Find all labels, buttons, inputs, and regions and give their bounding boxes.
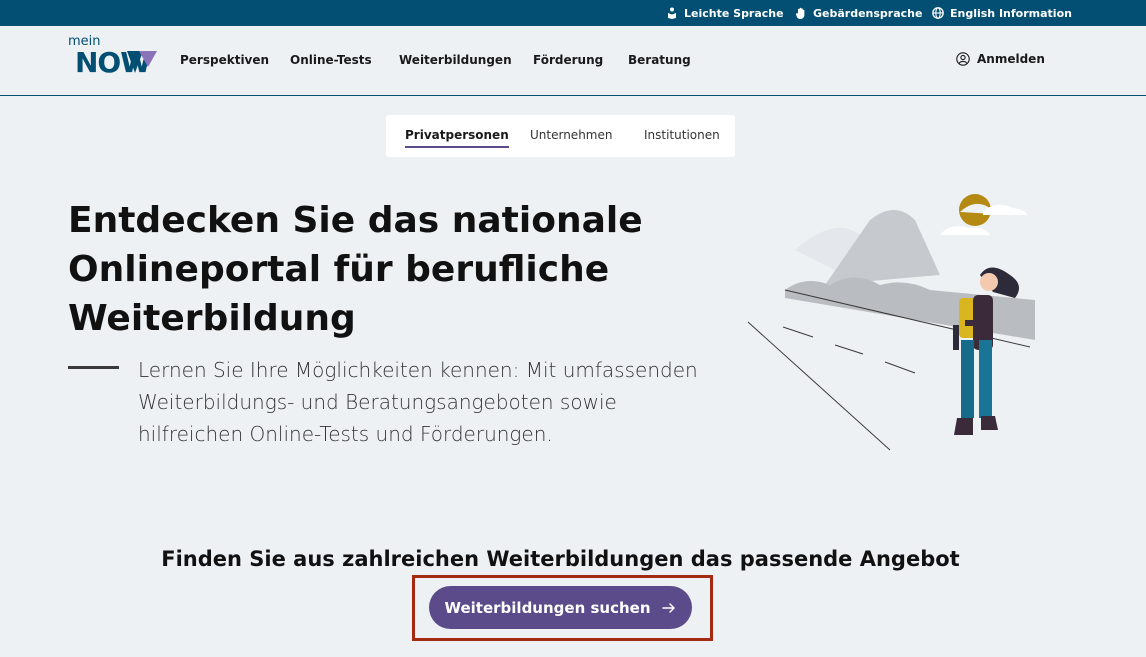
utility-bar: Leichte Sprache Gebärdensprache English … [0,0,1146,26]
sign-language-label: Gebärdensprache [813,6,923,20]
mein-now-logo[interactable]: mein NOW [67,34,159,79]
login-button[interactable]: Anmelden [956,52,1045,66]
audience-tabs: Privatpersonen Unternehmen Institutionen [386,115,735,157]
easy-language-label: Leichte Sprache [684,6,784,20]
hero-description: Lernen Sie Ihre Möglichkeiten kennen: Mi… [138,358,698,446]
english-information-label: English Information [950,6,1072,20]
nav-weiterbildungen[interactable]: Weiterbildungen [399,53,512,67]
tab-privatpersonen[interactable]: Privatpersonen [405,128,509,148]
user-circle-icon [956,52,970,66]
hand-icon [795,7,805,19]
main-header: mein NOW Perspektiven Online-Tests Weite… [0,26,1146,96]
search-trainings-label: Weiterbildungen suchen [444,598,651,617]
nav-foerderung[interactable]: Förderung [533,53,603,67]
arrow-right-icon [661,602,675,613]
hero-illustration [747,194,1035,451]
cta-heading: Finden Sie aus zahlreichen Weiterbildung… [161,547,960,571]
english-information-link[interactable]: English Information [932,0,1072,26]
tab-institutionen[interactable]: Institutionen [644,128,720,142]
nav-perspektiven[interactable]: Perspektiven [180,53,269,67]
nav-beratung[interactable]: Beratung [628,53,691,67]
login-label: Anmelden [977,52,1045,66]
hero-title: Entdecken Sie das nationale Onlineportal… [68,200,643,339]
sign-language-link[interactable]: Gebärdensprache [795,0,922,26]
hero-divider [68,366,119,369]
search-trainings-button[interactable]: Weiterbildungen suchen [429,586,692,629]
nav-online-tests[interactable]: Online-Tests [290,53,372,67]
easy-language-link[interactable]: Leichte Sprache [666,0,784,26]
tab-unternehmen[interactable]: Unternehmen [530,128,612,142]
person-book-icon [668,7,676,19]
globe-icon [932,7,944,19]
logo-chevron-icon [127,51,157,73]
